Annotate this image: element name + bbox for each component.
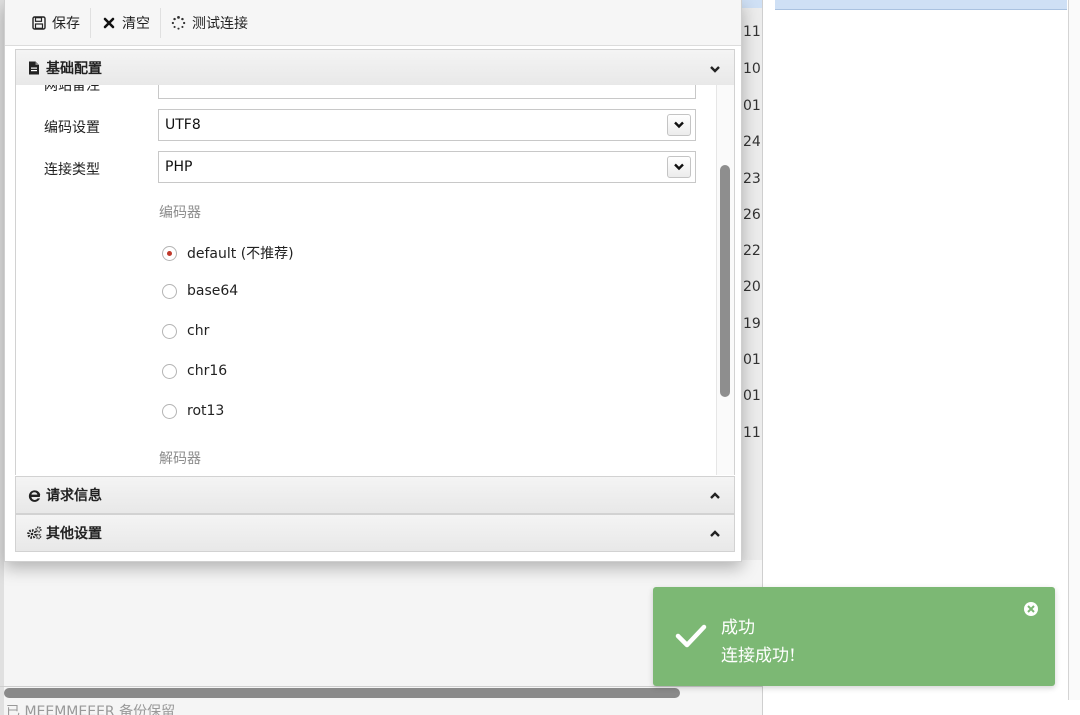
encoder-option-chr[interactable]: chr — [162, 323, 209, 339]
chevron-down-icon[interactable] — [667, 114, 691, 136]
shell-config-dialog: 保存 清空 测试连接 基础配置 网站备注 编码设置 UTF8 连接类型 PHP … — [4, 0, 742, 562]
chevron-down-icon[interactable] — [708, 62, 722, 76]
radio-button[interactable] — [162, 283, 177, 299]
encoder-option-label: chr16 — [187, 363, 228, 379]
test-connection-label: 测试连接 — [192, 15, 248, 32]
chevron-up-icon[interactable] — [708, 527, 722, 541]
background-number-column: 11 10 01 24 23 26 22 20 19 01 01 11 — [740, 0, 763, 560]
dialog-toolbar: 保存 清空 测试连接 — [5, 0, 741, 46]
decoder-caption: 解码器 — [159, 451, 201, 467]
background-divider — [0, 686, 762, 687]
success-toast: 成功 连接成功! — [653, 587, 1055, 686]
other-settings-header[interactable]: 其他设置 — [15, 514, 735, 552]
column-number: 01 — [743, 352, 761, 368]
encoder-option-rot13[interactable]: rot13 — [162, 403, 224, 419]
document-icon — [26, 60, 42, 76]
spinner-icon — [171, 15, 186, 30]
encoder-caption: 编码器 — [159, 205, 201, 221]
chevron-up-icon[interactable] — [708, 489, 722, 503]
toast-message: 连接成功! — [721, 646, 796, 666]
close-icon[interactable] — [1023, 601, 1039, 617]
horizontal-scrollbar[interactable] — [4, 688, 680, 698]
column-number: 24 — [743, 134, 761, 150]
radio-button[interactable] — [162, 363, 177, 379]
right-panel-scrollbar[interactable] — [1068, 0, 1080, 700]
request-info-title: 请求信息 — [46, 488, 102, 504]
column-number: 23 — [743, 171, 761, 187]
basic-config-header[interactable]: 基础配置 — [15, 49, 735, 87]
vertical-scrollbar-thumb[interactable] — [720, 165, 730, 397]
other-settings-title: 其他设置 — [46, 526, 102, 542]
save-label: 保存 — [52, 15, 80, 32]
checkmark-icon — [675, 623, 707, 649]
chevron-down-icon[interactable] — [667, 156, 691, 178]
column-number: 11 — [743, 24, 761, 40]
column-number: 22 — [743, 243, 761, 259]
column-number: 01 — [743, 388, 761, 404]
radio-button[interactable] — [162, 403, 177, 419]
encoding-label: 编码设置 — [44, 120, 100, 136]
encoder-option-label: default (不推荐) — [187, 246, 294, 262]
connection-type-value: PHP — [165, 159, 193, 175]
note-label: 网站备注 — [44, 85, 100, 94]
background-bottom-text: 已 MEEMMEEER 备份保留 — [6, 704, 176, 715]
floppy-icon — [31, 15, 46, 30]
basic-config-body: 网站备注 编码设置 UTF8 连接类型 PHP 编码器 default (不推荐… — [15, 85, 735, 475]
gears-icon — [26, 525, 42, 541]
radio-button[interactable] — [162, 323, 177, 339]
column-number: 10 — [743, 61, 761, 77]
request-info-header[interactable]: 请求信息 — [15, 476, 735, 514]
encoding-value: UTF8 — [165, 117, 201, 133]
clear-button[interactable]: 清空 — [91, 7, 161, 38]
connection-type-label: 连接类型 — [44, 162, 100, 178]
basic-config-title: 基础配置 — [46, 61, 102, 77]
column-number: 01 — [743, 98, 761, 114]
column-number: 20 — [743, 279, 761, 295]
column-number: 26 — [743, 207, 761, 223]
note-input[interactable] — [158, 85, 696, 99]
encoder-option-label: base64 — [187, 283, 239, 299]
save-button[interactable]: 保存 — [21, 7, 91, 38]
encoder-option-label: rot13 — [187, 403, 225, 419]
encoder-option-chr16[interactable]: chr16 — [162, 363, 227, 379]
test-connection-button[interactable]: 测试连接 — [161, 8, 258, 38]
selected-row[interactable] — [775, 0, 1067, 10]
column-selection — [741, 0, 763, 8]
toast-title: 成功 — [721, 618, 755, 638]
column-number: 19 — [743, 316, 761, 332]
ie-icon — [26, 487, 42, 503]
radio-button[interactable] — [162, 245, 177, 261]
connection-type-select[interactable]: PHP — [158, 151, 696, 183]
encoder-option-base64[interactable]: base64 — [162, 283, 238, 299]
encoder-option-label: chr — [187, 323, 210, 339]
close-icon — [101, 15, 116, 30]
encoder-option-default[interactable]: default (不推荐) — [162, 243, 294, 263]
encoding-select[interactable]: UTF8 — [158, 109, 696, 141]
column-number: 11 — [743, 425, 761, 441]
clear-label: 清空 — [122, 15, 150, 32]
